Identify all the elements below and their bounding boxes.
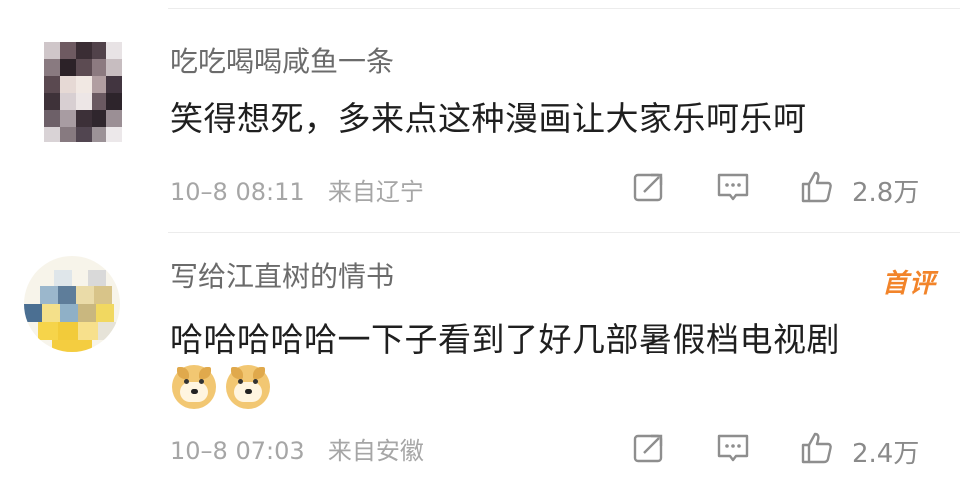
location: 来自辽宁 xyxy=(327,178,424,206)
comment-meta: 10–8 07:03 来自安徽 xyxy=(170,431,424,466)
username[interactable]: 写给江直树的情书 xyxy=(170,255,394,295)
like-icon[interactable] xyxy=(800,170,834,204)
comment-icon[interactable] xyxy=(716,431,750,465)
timestamp: 10–8 08:11 xyxy=(170,178,305,206)
comment-icon[interactable] xyxy=(716,170,750,204)
doge-emoji xyxy=(226,365,270,409)
timestamp: 10–8 07:03 xyxy=(170,437,305,465)
avatar[interactable] xyxy=(24,256,120,352)
like-count: 2.8万 xyxy=(852,178,920,208)
username[interactable]: 吃吃喝喝咸鱼一条 xyxy=(170,40,394,80)
comment-item: 吃吃喝喝咸鱼一条 笑得想死，多来点这种漫画让大家乐呵乐呵 10–8 08:11 … xyxy=(0,0,960,232)
comment-text: 笑得想死，多来点这种漫画让大家乐呵乐呵 xyxy=(170,99,807,138)
first-comment-badge: 首评 xyxy=(881,269,936,299)
doge-emoji xyxy=(172,365,216,409)
comment-item: 写给江直树的情书 首评 哈哈哈哈哈一下子看到了好几部暑假档电视剧 10–8 07… xyxy=(0,233,960,487)
avatar[interactable] xyxy=(44,42,122,142)
action-bar: 2.8万 xyxy=(630,168,940,208)
like-count: 2.4万 xyxy=(852,439,920,469)
share-icon[interactable] xyxy=(632,431,666,465)
location: 来自安徽 xyxy=(327,437,424,465)
like-icon[interactable] xyxy=(800,431,834,465)
emoji-row xyxy=(172,365,270,409)
comment-text: 哈哈哈哈哈一下子看到了好几部暑假档电视剧 xyxy=(170,320,840,359)
action-bar: 2.4万 xyxy=(630,429,940,469)
comment-meta: 10–8 08:11 来自辽宁 xyxy=(170,172,424,207)
share-icon[interactable] xyxy=(632,170,666,204)
